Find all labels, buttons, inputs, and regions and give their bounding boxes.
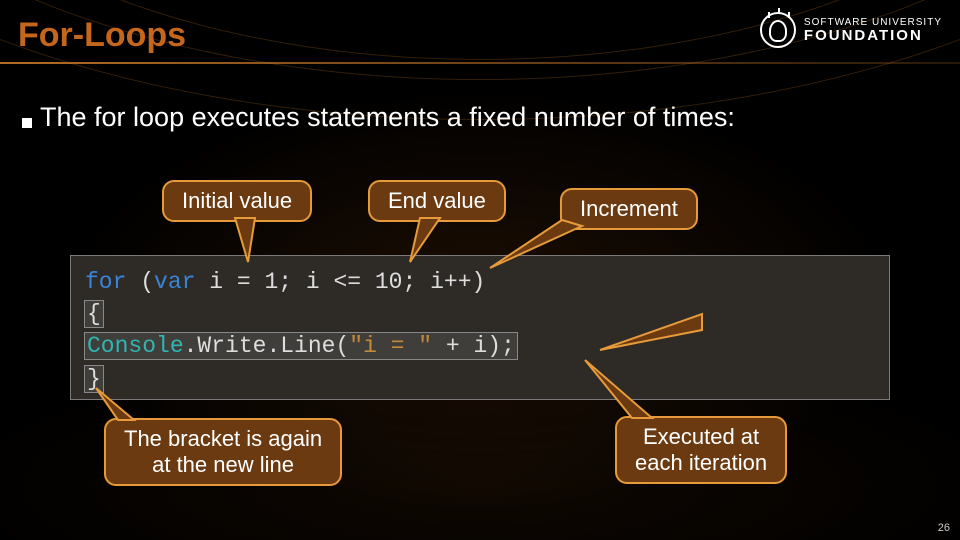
callout-end-value: End value [368, 180, 506, 222]
code-line-3: Console.Write.Line("i = " + i); [85, 330, 875, 362]
keyword-for: for [85, 269, 126, 295]
title-underline [0, 62, 960, 64]
slide-title: For-Loops [18, 16, 186, 55]
highlight-brace-close: } [85, 366, 103, 392]
logo-line2: FOUNDATION [804, 28, 942, 43]
keyword-var: var [154, 269, 195, 295]
callout-increment: Increment [560, 188, 698, 230]
page-number: 26 [938, 522, 950, 534]
logo-line1: SOFTWARE UNIVERSITY [804, 18, 942, 28]
callout-initial-value: Initial value [162, 180, 312, 222]
bullet-item: The for loop executes statements a fixed… [22, 102, 735, 133]
highlight-console-writeline: Console.Write.Line("i = " + i); [85, 333, 517, 359]
code-block: for (var i = 1; i <= 10; i++) { Console.… [70, 255, 890, 400]
callout-bracket-newline: The bracket is again at the new line [104, 418, 342, 486]
bullet-icon [22, 118, 32, 128]
highlight-brace-open: { [85, 301, 103, 327]
logo-text: SOFTWARE UNIVERSITY FOUNDATION [804, 18, 942, 43]
bullet-text: The for loop executes statements a fixed… [40, 102, 735, 133]
code-line-4: } [85, 363, 875, 395]
lightbulb-icon [760, 12, 796, 48]
code-line-2: { [85, 298, 875, 330]
brand-logo: SOFTWARE UNIVERSITY FOUNDATION [760, 12, 942, 48]
code-line-1: for (var i = 1; i <= 10; i++) [85, 266, 875, 298]
callout-executed-each-iteration: Executed at each iteration [615, 416, 787, 484]
